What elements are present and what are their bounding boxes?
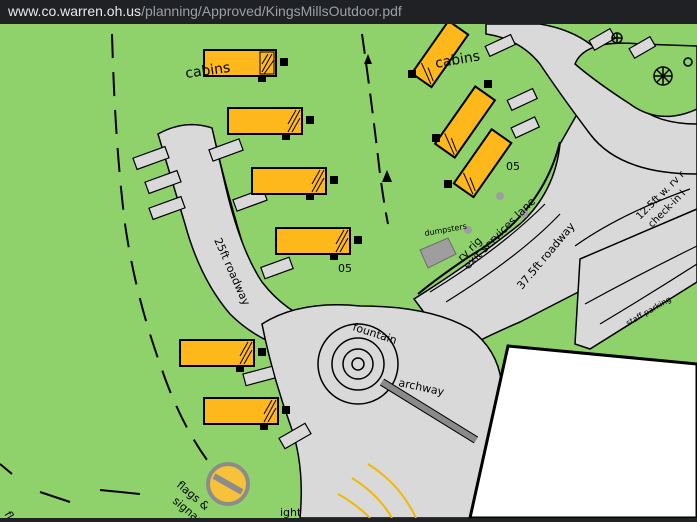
url-host: www.co.warren.oh.us — [8, 3, 142, 19]
map-svg: cabins cabins 25ft roadway 37.5ft roadwa… — [0, 19, 697, 522]
flags-signage-marker — [206, 462, 250, 506]
cabin-2 — [227, 107, 303, 135]
label-05-right: 05 — [506, 160, 520, 173]
building-block — [468, 344, 697, 520]
cabin-4 — [275, 227, 351, 255]
cabin-5 — [179, 339, 255, 367]
cabin-3 — [251, 167, 327, 195]
cabin-6 — [203, 397, 279, 425]
label-05-center: 05 — [338, 262, 352, 275]
url-path: /planning/Approved/KingsMillsOutdoor.pdf — [141, 3, 402, 19]
label-partial-bottom: ight — [280, 506, 302, 518]
address-bar[interactable]: www.co.warren.oh.us/planning/Approved/Ki… — [0, 0, 697, 24]
wheel-icon — [653, 66, 673, 86]
site-plan-map[interactable]: cabins cabins 25ft roadway 37.5ft roadwa… — [0, 19, 697, 522]
wheel-icon-small — [611, 32, 623, 44]
